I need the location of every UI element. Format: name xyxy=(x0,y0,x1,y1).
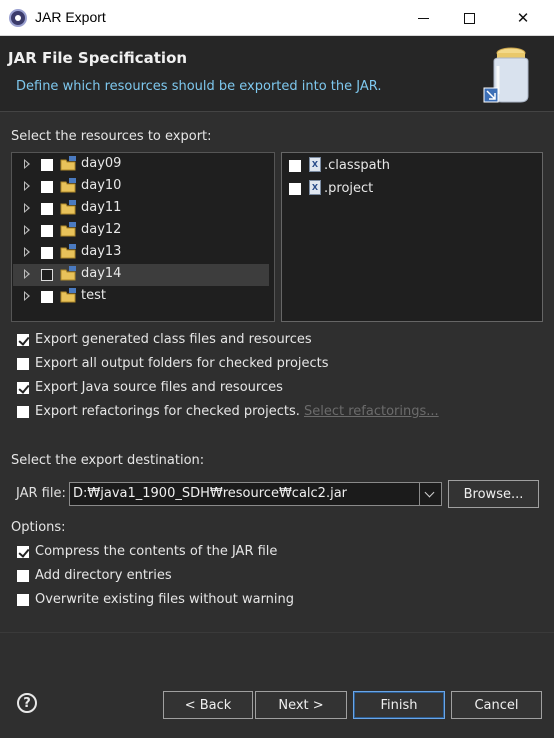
expand-arrow-icon[interactable] xyxy=(24,181,30,191)
next-button[interactable]: Next > xyxy=(255,691,347,719)
tree-item-checkbox[interactable] xyxy=(41,181,53,193)
tree-item-checkbox[interactable] xyxy=(41,225,53,237)
tree-item-label: day09 xyxy=(81,156,122,171)
resource-file-list[interactable]: X .classpath X .project xyxy=(281,152,543,322)
project-folder-icon xyxy=(60,178,76,193)
file-item-label: .classpath xyxy=(324,158,390,173)
browse-button[interactable]: Browse... xyxy=(448,480,539,508)
file-item-label: .project xyxy=(324,181,374,196)
tree-item-label: test xyxy=(81,288,106,303)
footer-divider xyxy=(0,632,554,633)
jar-icon xyxy=(483,47,529,103)
resources-label: Select the resources to export: xyxy=(11,129,212,144)
overwrite-label: Overwrite existing files without warning xyxy=(35,592,295,607)
expand-arrow-icon[interactable] xyxy=(24,225,30,235)
tree-item-day13[interactable]: day13 xyxy=(13,242,269,264)
xml-file-icon: X xyxy=(309,180,321,195)
tree-item-checkbox[interactable] xyxy=(41,159,53,171)
jar-file-path[interactable]: D:₩java1_1900_SDH₩resource₩calc2.jar xyxy=(73,486,347,501)
window-title: JAR Export xyxy=(35,9,106,25)
project-folder-icon xyxy=(60,244,76,259)
tree-item-day12[interactable]: day12 xyxy=(13,220,269,242)
close-button[interactable]: ✕ xyxy=(500,0,546,36)
tree-item-test[interactable]: test xyxy=(13,286,269,308)
title-bar: JAR Export ✕ xyxy=(0,0,554,36)
tree-item-label: day11 xyxy=(81,200,122,215)
export-output-folders-label: Export all output folders for checked pr… xyxy=(35,356,329,371)
directory-entries-label: Add directory entries xyxy=(35,568,172,583)
tree-item-day14[interactable]: day14 xyxy=(13,264,269,286)
export-refactorings-label: Export refactorings for checked projects… xyxy=(35,404,439,419)
eclipse-app-icon xyxy=(9,9,27,27)
expand-arrow-icon[interactable] xyxy=(24,203,30,213)
xml-file-icon: X xyxy=(309,157,321,172)
tree-item-checkbox[interactable] xyxy=(41,291,53,303)
tree-item-day11[interactable]: day11 xyxy=(13,198,269,220)
tree-item-label: day10 xyxy=(81,178,122,193)
chevron-down-icon[interactable] xyxy=(419,483,441,505)
jar-file-label: JAR file: xyxy=(16,486,66,501)
project-folder-icon xyxy=(60,200,76,215)
export-class-files-label: Export generated class files and resourc… xyxy=(35,332,312,347)
tree-item-day09[interactable]: day09 xyxy=(13,154,269,176)
project-folder-icon xyxy=(60,156,76,171)
export-class-files-checkbox[interactable] xyxy=(17,334,29,346)
tree-item-checkbox[interactable] xyxy=(41,269,53,281)
tree-item-label: day12 xyxy=(81,222,122,237)
wizard-header: JAR File Specification Define which reso… xyxy=(0,36,554,111)
expand-arrow-icon[interactable] xyxy=(24,269,30,279)
tree-item-label: day14 xyxy=(81,266,122,281)
directory-entries-checkbox[interactable] xyxy=(17,570,29,582)
expand-arrow-icon[interactable] xyxy=(24,159,30,169)
page-title: JAR File Specification xyxy=(8,49,188,67)
header-divider xyxy=(0,111,554,112)
project-folder-icon xyxy=(60,288,76,303)
destination-label: Select the export destination: xyxy=(11,453,205,468)
export-refactorings-checkbox[interactable] xyxy=(17,406,29,418)
expand-arrow-icon[interactable] xyxy=(24,291,30,301)
maximize-button[interactable] xyxy=(446,0,492,36)
export-java-source-checkbox[interactable] xyxy=(17,382,29,394)
options-label: Options: xyxy=(11,520,66,535)
help-icon[interactable]: ? xyxy=(17,693,37,713)
export-java-source-label: Export Java source files and resources xyxy=(35,380,283,395)
file-item-project[interactable]: X .project xyxy=(287,179,527,199)
finish-button[interactable]: Finish xyxy=(353,691,445,719)
tree-item-checkbox[interactable] xyxy=(41,247,53,259)
select-refactorings-link[interactable]: Select refactorings... xyxy=(304,404,439,419)
minimize-icon xyxy=(417,17,429,19)
project-folder-icon xyxy=(60,266,76,281)
maximize-icon xyxy=(463,12,475,24)
project-tree[interactable]: day09 day10 day11 day12 day13 day14 test xyxy=(11,152,275,322)
export-refactorings-text: Export refactorings for checked projects… xyxy=(35,404,300,419)
file-item-checkbox[interactable] xyxy=(289,160,301,172)
page-description: Define which resources should be exporte… xyxy=(16,79,382,94)
expand-arrow-icon[interactable] xyxy=(24,247,30,257)
project-folder-icon xyxy=(60,222,76,237)
compress-label: Compress the contents of the JAR file xyxy=(35,544,278,559)
jar-file-combo[interactable]: D:₩java1_1900_SDH₩resource₩calc2.jar xyxy=(69,482,442,506)
compress-checkbox[interactable] xyxy=(17,546,29,558)
tree-item-day10[interactable]: day10 xyxy=(13,176,269,198)
file-item-classpath[interactable]: X .classpath xyxy=(287,156,527,176)
overwrite-checkbox[interactable] xyxy=(17,594,29,606)
close-icon: ✕ xyxy=(516,9,530,27)
cancel-button[interactable]: Cancel xyxy=(451,691,542,719)
export-output-folders-checkbox[interactable] xyxy=(17,358,29,370)
tree-item-label: day13 xyxy=(81,244,122,259)
minimize-button[interactable] xyxy=(400,0,446,36)
tree-item-checkbox[interactable] xyxy=(41,203,53,215)
back-button[interactable]: < Back xyxy=(163,691,253,719)
file-item-checkbox[interactable] xyxy=(289,183,301,195)
